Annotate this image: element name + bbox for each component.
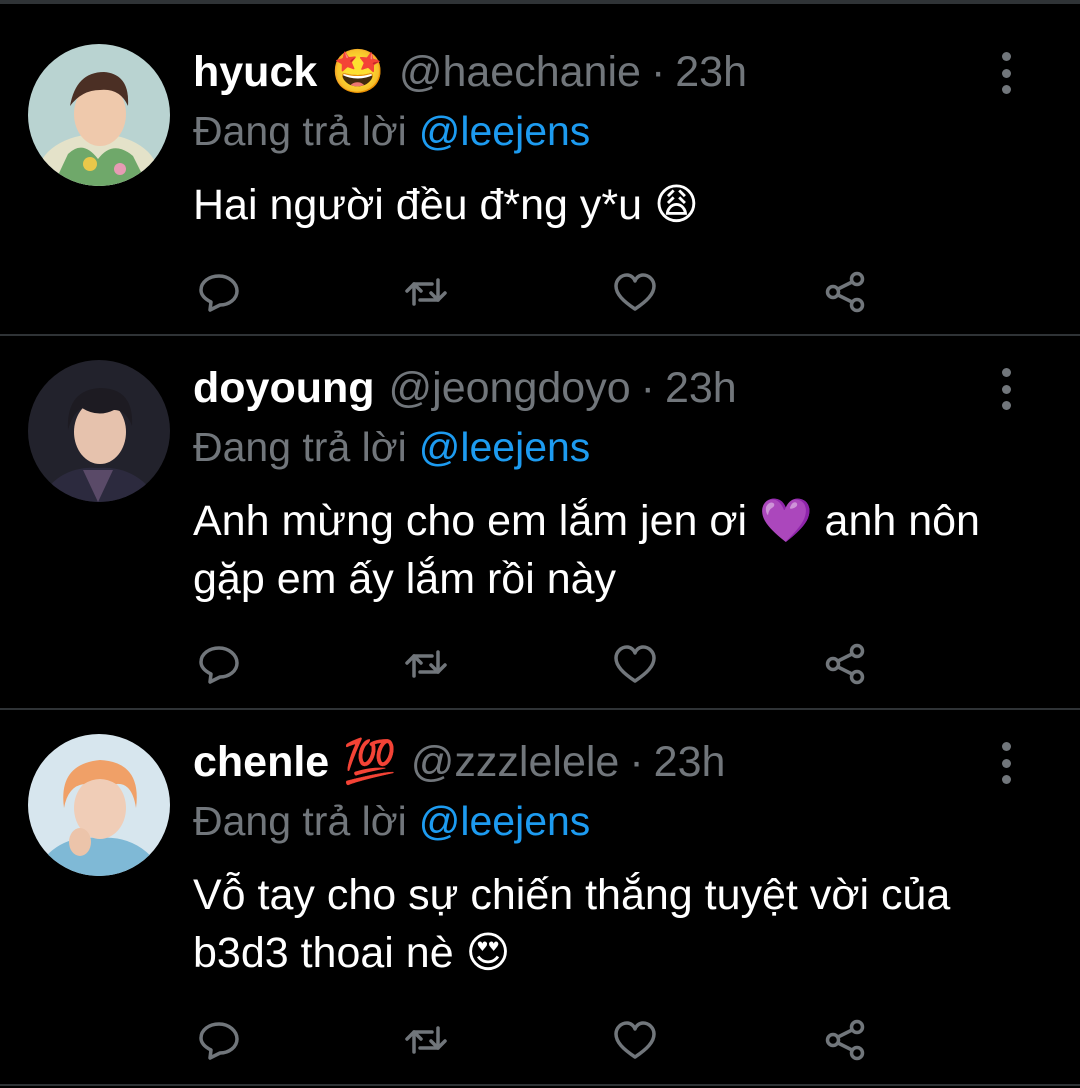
- replying-to: Đang trả lời @leejens: [193, 424, 590, 471]
- tweet-header: doyoung @jeongdoyo · 23h: [193, 360, 737, 416]
- tweet-actions: [193, 640, 893, 688]
- tweet-text: Vỗ tay cho sự chiến thắng tuyệt vời của …: [193, 871, 951, 977]
- tweet-header: hyuck 🤩 @haechanie · 23h: [193, 44, 747, 100]
- retweet-icon[interactable]: [402, 268, 450, 316]
- tweet-header: chenle 💯 @zzzlelele · 23h: [193, 734, 725, 790]
- tweet-actions: [193, 268, 893, 316]
- badge-emoji: 💯: [343, 738, 397, 786]
- replying-to: Đang trả lời @leejens: [193, 798, 590, 845]
- timestamp[interactable]: 23h: [675, 48, 747, 97]
- more-options-button[interactable]: [988, 738, 1024, 788]
- tweet-text: Anh mừng cho em lắm jen ơi 💜 anh nôn gặp…: [193, 497, 980, 603]
- dot-icon: [1001, 368, 1011, 377]
- dot-icon: [1001, 742, 1011, 751]
- avatar[interactable]: [28, 360, 170, 502]
- separator-dot: ·: [640, 363, 655, 412]
- timestamp[interactable]: 23h: [654, 738, 726, 787]
- dot-icon: [1001, 52, 1011, 61]
- dot-icon: [1001, 401, 1011, 410]
- reply-mention-link[interactable]: @leejens: [419, 108, 591, 154]
- share-icon[interactable]: [821, 268, 869, 316]
- separator-dot: ·: [629, 737, 644, 786]
- reply-mention-link[interactable]: @leejens: [419, 798, 591, 844]
- user-handle[interactable]: @jeongdoyo: [389, 364, 631, 413]
- tweet-divider: [0, 1084, 1080, 1086]
- avatar[interactable]: [28, 44, 170, 186]
- reply-icon[interactable]: [195, 640, 243, 688]
- dot-icon: [1001, 775, 1011, 784]
- replying-to: Đang trả lời @leejens: [193, 108, 590, 155]
- reply-mention-link[interactable]: @leejens: [419, 424, 591, 470]
- display-name[interactable]: chenle: [193, 738, 329, 787]
- dot-icon: [1001, 758, 1011, 768]
- top-divider: [0, 0, 1080, 4]
- user-handle[interactable]: @zzzlelele: [411, 738, 620, 787]
- tweet-text: Hai người đều đ*ng y*u 😩: [193, 181, 699, 229]
- reply-prefix: Đang trả lời: [193, 798, 407, 844]
- display-name[interactable]: hyuck: [193, 48, 317, 97]
- more-options-button[interactable]: [988, 48, 1024, 98]
- dot-icon: [1001, 384, 1011, 394]
- dot-icon: [1001, 85, 1011, 94]
- user-handle[interactable]: @haechanie: [399, 48, 641, 97]
- display-name[interactable]: doyoung: [193, 364, 375, 413]
- tweet-divider: [0, 708, 1080, 710]
- reply-prefix: Đang trả lời: [193, 424, 407, 470]
- like-icon[interactable]: [611, 640, 659, 688]
- like-icon[interactable]: [611, 1016, 659, 1064]
- timestamp[interactable]: 23h: [665, 364, 737, 413]
- separator-dot: ·: [650, 47, 666, 96]
- like-icon[interactable]: [611, 268, 659, 316]
- reply-prefix: Đang trả lời: [193, 108, 407, 154]
- avatar[interactable]: [28, 734, 170, 876]
- more-options-button[interactable]: [988, 364, 1024, 414]
- tweet-actions: [193, 1016, 893, 1064]
- badge-emoji: 🤩: [331, 48, 385, 96]
- share-icon[interactable]: [821, 640, 869, 688]
- reply-icon[interactable]: [195, 1016, 243, 1064]
- tweet-divider: [0, 334, 1080, 336]
- dot-icon: [1001, 68, 1011, 78]
- retweet-icon[interactable]: [402, 1016, 450, 1064]
- reply-icon[interactable]: [195, 268, 243, 316]
- share-icon[interactable]: [821, 1016, 869, 1064]
- retweet-icon[interactable]: [402, 640, 450, 688]
